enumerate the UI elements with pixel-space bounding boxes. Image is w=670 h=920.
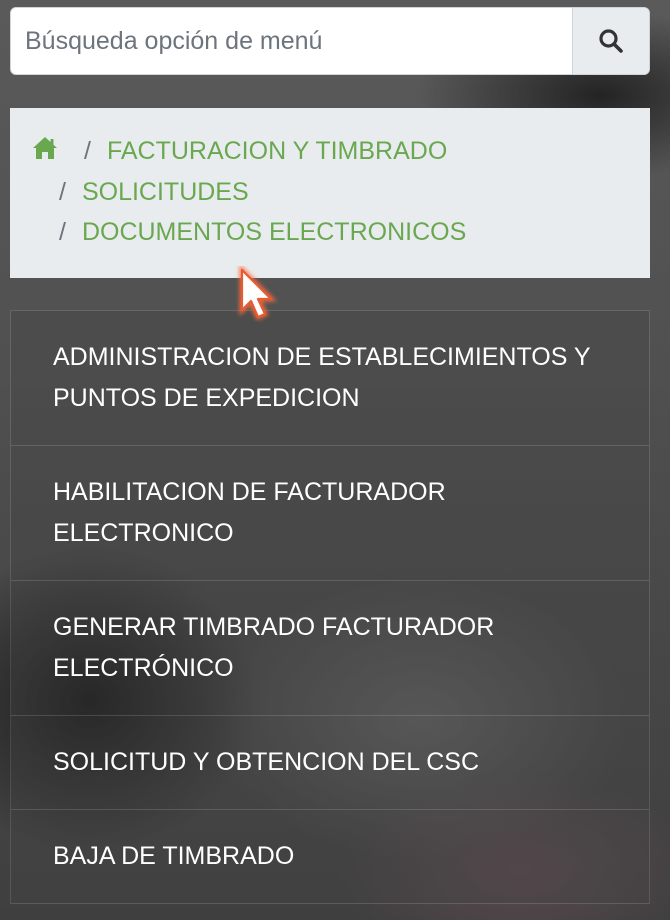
breadcrumb-separator: / <box>59 218 66 246</box>
breadcrumb-link-facturacion[interactable]: FACTURACION Y TIMBRADO <box>107 137 447 165</box>
breadcrumb-item-documentos: / DOCUMENTOS ELECTRONICOS <box>59 217 466 247</box>
search-icon <box>599 29 623 53</box>
menu-item-label-line: GENERAR TIMBRADO FACTURADOR <box>53 613 495 641</box>
breadcrumb-separator: / <box>84 137 91 165</box>
menu-item-label: ADMINISTRACION DE ESTABLECIMIENTOS Y PUN… <box>53 337 591 419</box>
mouse-pointer-icon <box>239 266 278 321</box>
breadcrumb-link-documentos[interactable]: DOCUMENTOS ELECTRONICOS <box>82 218 466 246</box>
menu-item-label-line: ADMINISTRACION DE ESTABLECIMIENTOS Y <box>53 343 591 371</box>
menu-item-label-line: ELECTRONICO <box>53 519 234 547</box>
menu-item-label-line: PUNTOS DE EXPEDICION <box>53 384 360 412</box>
menu-item-habilitacion-facturador[interactable]: HABILITACION DE FACTURADOR ELECTRONICO <box>11 446 649 581</box>
home-icon <box>33 137 57 159</box>
breadcrumb-separator: / <box>59 178 66 206</box>
menu-item-baja-timbrado[interactable]: BAJA DE TIMBRADO <box>11 810 649 904</box>
menu-item-label: HABILITACION DE FACTURADOR ELECTRONICO <box>53 472 446 554</box>
search-button[interactable] <box>572 8 649 74</box>
breadcrumb-home-link[interactable] <box>32 136 58 160</box>
menu-item-administracion-establecimientos[interactable]: ADMINISTRACION DE ESTABLECIMIENTOS Y PUN… <box>11 311 649 446</box>
breadcrumb-item-facturacion: / FACTURACION Y TIMBRADO <box>84 136 447 166</box>
breadcrumb-item-solicitudes: / SOLICITUDES <box>59 177 249 207</box>
menu-item-solicitud-csc[interactable]: SOLICITUD Y OBTENCION DEL CSC <box>11 716 649 810</box>
menu-search-input[interactable] <box>11 8 572 74</box>
menu-item-label: BAJA DE TIMBRADO <box>53 842 295 870</box>
menu-item-label-line: HABILITACION DE FACTURADOR <box>53 478 446 506</box>
menu-list: ADMINISTRACION DE ESTABLECIMIENTOS Y PUN… <box>10 310 650 904</box>
menu-item-label: GENERAR TIMBRADO FACTURADOR ELECTRÓNICO <box>53 607 494 689</box>
menu-item-generar-timbrado[interactable]: GENERAR TIMBRADO FACTURADOR ELECTRÓNICO <box>11 581 649 716</box>
search-bar <box>10 7 650 75</box>
breadcrumb-link-solicitudes[interactable]: SOLICITUDES <box>82 178 249 206</box>
menu-item-label: SOLICITUD Y OBTENCION DEL CSC <box>53 748 480 776</box>
menu-item-label-line: ELECTRÓNICO <box>53 654 234 682</box>
